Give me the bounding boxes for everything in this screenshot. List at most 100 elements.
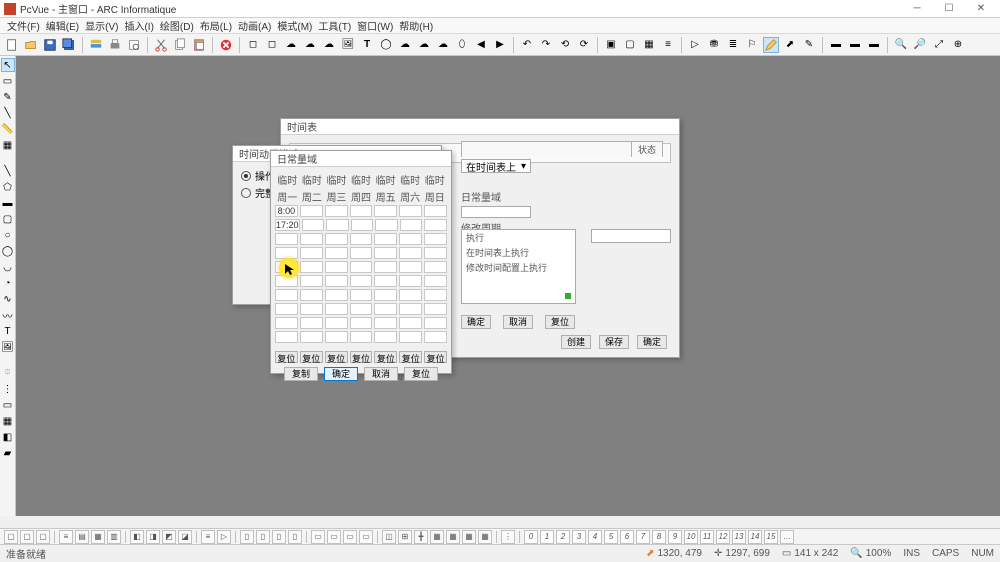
tb-redo-icon[interactable]: ↷ [538, 37, 554, 53]
bb-more-icon[interactable]: … [780, 530, 794, 544]
hdr-btn[interactable]: 临时 [300, 171, 325, 188]
tb-new-icon[interactable] [4, 37, 20, 53]
tb-db-icon[interactable]: ⛃ [706, 37, 722, 53]
list-item[interactable]: 执行 [462, 230, 575, 245]
grid-cell[interactable] [326, 219, 349, 231]
grid-cell[interactable] [325, 317, 348, 329]
grid-cell[interactable] [399, 303, 422, 315]
bb-icon[interactable]: ▭ [359, 530, 373, 544]
dlg1-dropdown[interactable]: 在时间表上▾ [461, 159, 531, 173]
dlg1-ok-button[interactable]: 确定 [461, 315, 491, 329]
tb-cloud3-icon[interactable]: ☁ [321, 37, 337, 53]
layer-num[interactable]: 14 [748, 530, 762, 544]
grid-cell[interactable] [325, 233, 348, 245]
grid-cell[interactable] [350, 205, 373, 217]
grid-cell[interactable] [350, 289, 373, 301]
lt-image-icon[interactable]: 🖼 [1, 340, 15, 354]
tb-run-icon[interactable]: ▷ [687, 37, 703, 53]
grid-cell[interactable] [374, 205, 397, 217]
lt-rect-icon[interactable]: ▭ [1, 74, 15, 88]
grid-cell[interactable] [399, 317, 422, 329]
grid-cell[interactable] [424, 289, 447, 301]
grid-cell[interactable] [350, 303, 373, 315]
layer-num[interactable]: 10 [684, 530, 698, 544]
dlg3-reset-button[interactable]: 复位 [404, 367, 438, 381]
menu-view[interactable]: 显示(V) [82, 18, 121, 33]
grid-cell[interactable]: 17:20 [275, 219, 300, 231]
tb-b1-icon[interactable]: ▬ [828, 37, 844, 53]
grid-cell[interactable] [424, 261, 447, 273]
tb-script-icon[interactable]: ≣ [725, 37, 741, 53]
bb-icon[interactable]: ▦ [91, 530, 105, 544]
dlg1-reset-button[interactable]: 复位 [545, 315, 575, 329]
radio-full[interactable] [241, 188, 251, 198]
tb-cyl-icon[interactable]: ⬯ [454, 37, 470, 53]
menu-layout[interactable]: 布局(L) [197, 18, 235, 33]
grid-cell[interactable] [350, 317, 373, 329]
reset-col-button[interactable]: 复位 [300, 351, 323, 363]
hdr-btn[interactable]: 临时 [422, 171, 447, 188]
reset-col-button[interactable]: 复位 [325, 351, 348, 363]
grid-cell[interactable] [424, 219, 447, 231]
tb-paste-icon[interactable] [191, 37, 207, 53]
grid-cell[interactable] [424, 275, 447, 287]
lt-grid2-icon[interactable]: ▦ [1, 414, 15, 428]
bb-icon[interactable]: ▯ [256, 530, 270, 544]
tb-cut-icon[interactable] [153, 37, 169, 53]
bb-icon[interactable]: ◫ [382, 530, 396, 544]
grid-cell[interactable] [300, 247, 323, 259]
bb-icon[interactable]: ▯ [240, 530, 254, 544]
reset-col-button[interactable]: 复位 [275, 351, 298, 363]
tb-zoomin-icon[interactable]: 🔍 [893, 37, 909, 53]
grid-cell[interactable] [275, 289, 298, 301]
grid-cell[interactable] [302, 219, 325, 231]
grid-cell[interactable] [325, 247, 348, 259]
grid-cell[interactable] [350, 261, 373, 273]
bb-icon[interactable]: ⋮ [501, 530, 515, 544]
bb-icon[interactable]: ╋ [414, 530, 428, 544]
dlg3-cancel-button[interactable]: 取消 [364, 367, 398, 381]
layer-num[interactable]: 11 [700, 530, 714, 544]
lt-curve-icon[interactable]: ∿ [1, 292, 15, 306]
lt-color-icon[interactable]: ▰ [1, 446, 15, 460]
hdr-btn[interactable]: 临时 [349, 171, 374, 188]
lt-line-icon[interactable]: ╲ [1, 106, 15, 120]
bb-icon[interactable]: ≡ [201, 530, 215, 544]
grid-cell[interactable] [399, 261, 422, 273]
lt-ruler-icon[interactable]: 📏 [1, 122, 15, 136]
layer-num[interactable]: 9 [668, 530, 682, 544]
dlg1-save-button[interactable]: 保存 [599, 335, 629, 349]
grid-cell[interactable] [399, 233, 422, 245]
tb-open-icon[interactable] [23, 37, 39, 53]
lt-fillrect-icon[interactable]: ▬ [1, 196, 15, 210]
lt-btn-icon[interactable]: ▭ [1, 398, 15, 412]
tb-rotl-icon[interactable]: ⟲ [557, 37, 573, 53]
layer-num[interactable]: 15 [764, 530, 778, 544]
lt-bezier-icon[interactable]: 〰 [1, 308, 15, 322]
grid-cell[interactable] [374, 261, 397, 273]
tb-tofront-icon[interactable]: ▣ [603, 37, 619, 53]
tb-oval-icon[interactable]: ◯ [378, 37, 394, 53]
reset-col-button[interactable]: 复位 [424, 351, 447, 363]
lt-text-icon[interactable]: T [1, 324, 15, 338]
layer-num[interactable]: 7 [636, 530, 650, 544]
tb-flag-icon[interactable]: ⚐ [744, 37, 760, 53]
bb-icon[interactable]: ▤ [75, 530, 89, 544]
menu-help[interactable]: 帮助(H) [396, 18, 436, 33]
grid-cell[interactable] [300, 331, 323, 343]
grid-cell[interactable] [300, 233, 323, 245]
lt-ellipse-icon[interactable]: ◯ [1, 244, 15, 258]
lt-dots-icon[interactable]: ⋮ [1, 382, 15, 396]
list-item[interactable]: 在时间表上执行 [462, 245, 575, 260]
reset-col-button[interactable]: 复位 [374, 351, 397, 363]
tb-cancel-icon[interactable] [218, 37, 234, 53]
grid-cell[interactable] [399, 275, 422, 287]
grid-cell[interactable] [424, 205, 447, 217]
dlg1-tab-status[interactable]: 状态 [631, 141, 663, 157]
radio-optype[interactable] [241, 171, 251, 181]
tb-align-icon[interactable]: ≡ [660, 37, 676, 53]
grid-cell[interactable] [351, 219, 374, 231]
tb-rotr-icon[interactable]: ⟳ [576, 37, 592, 53]
tb-zoomfit-icon[interactable]: ⤢ [931, 37, 947, 53]
bb-icon[interactable]: ▢ [36, 530, 50, 544]
